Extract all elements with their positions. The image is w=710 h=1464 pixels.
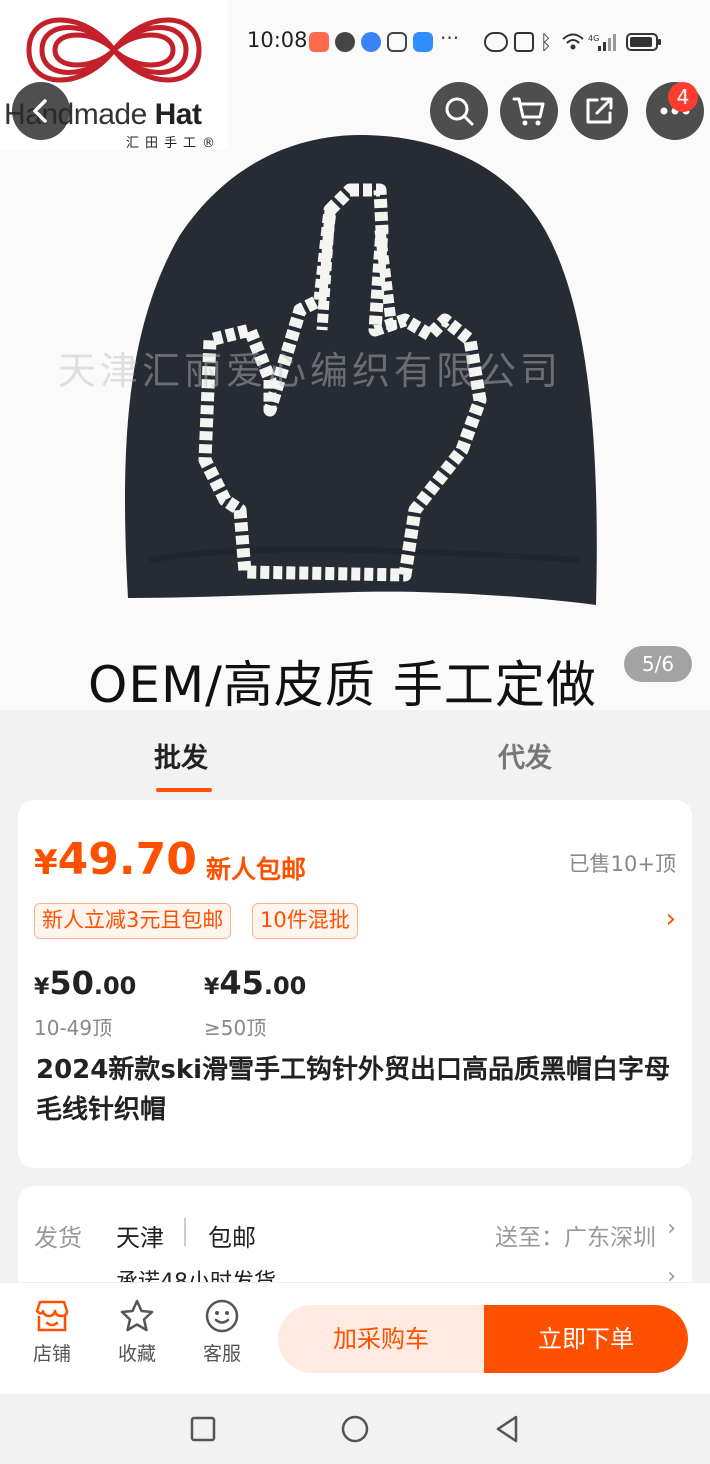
shipping-free: 包邮 (208, 1224, 256, 1252)
bluetooth-icon: ᛒ (540, 30, 552, 54)
promo-tag-newbie-discount[interactable]: 新人立减3元且包邮 (34, 903, 232, 939)
back-button[interactable] (12, 82, 70, 140)
svg-text:4G: 4G (588, 34, 599, 43)
browser-icon (361, 32, 381, 52)
price-tier-2-qty: ≥50顶 (204, 1016, 267, 1040)
message-icon (335, 32, 355, 52)
recent-apps-icon[interactable] (186, 1412, 220, 1446)
image-caption: OEM/高皮质 手工定做 (88, 656, 597, 710)
image-counter: 5/6 (624, 646, 692, 682)
status-bar: 10:08 ··· ᛒ 4G (0, 24, 710, 60)
service-button[interactable]: 客服 (192, 1299, 252, 1366)
back-nav-icon[interactable] (490, 1412, 524, 1446)
store-label: 店铺 (32, 1343, 71, 1365)
active-tab-indicator (156, 788, 212, 792)
shipping-destination[interactable]: 送至：广东深圳 (495, 1218, 656, 1252)
more-notifications-icon: ··· (440, 26, 460, 50)
add-to-cart-button[interactable]: 加采购车 (278, 1305, 484, 1373)
tab-wholesale[interactable]: 批发 (154, 736, 208, 775)
product-title: 2024新款ski滑雪手工钩针外贸出口高品质黑帽白字母毛线针织帽 (36, 1055, 671, 1125)
store-button[interactable]: 店铺 (22, 1299, 82, 1366)
promo-tag-mixed-batch[interactable]: 10件混批 (252, 903, 358, 939)
store-icon (35, 1300, 69, 1332)
tab-dropshipping[interactable]: 代发 (498, 736, 552, 775)
home-icon[interactable] (338, 1412, 372, 1446)
eye-icon (484, 32, 508, 52)
service-label: 客服 (202, 1343, 241, 1365)
price-tier-2: ¥45.00 (204, 964, 307, 1002)
app-notification-icon (309, 32, 329, 52)
price-tier-1: ¥50.00 (34, 964, 137, 1002)
search-icon (445, 97, 474, 126)
chevron-left-icon (33, 99, 47, 123)
share-button[interactable] (570, 82, 628, 140)
shipping-divider (184, 1218, 186, 1246)
sold-count: 已售10+顶 (568, 852, 676, 876)
system-nav-bar (0, 1394, 710, 1464)
message-count-badge: 4 (668, 82, 698, 112)
newbie-free-shipping: 新人包邮 (206, 855, 307, 884)
signal-icon: 4G (588, 32, 616, 52)
shipping-origin: 天津 (116, 1224, 164, 1252)
bottom-action-bar: 店铺 收藏 客服 加采购车 立即下单 (0, 1282, 710, 1394)
current-price: ¥49.70 (34, 834, 197, 885)
image-watermark: 天津汇丽爱心编织有限公司 (58, 349, 563, 393)
favorite-label: 收藏 (117, 1343, 156, 1365)
nfc-icon (514, 32, 534, 52)
customer-service-icon (205, 1299, 239, 1333)
cart-button[interactable] (500, 82, 558, 140)
status-time: 10:08 (247, 28, 308, 52)
purchase-mode-tabs: 批发 代发 (0, 710, 710, 800)
star-icon (120, 1299, 154, 1332)
cloud-icon (413, 32, 433, 52)
favorite-button[interactable]: 收藏 (107, 1299, 167, 1366)
search-button[interactable] (430, 82, 488, 140)
cart-icon (512, 97, 545, 126)
price-card: ¥49.70 新人包邮 已售10+顶 新人立减3元且包邮 10件混批 › ¥50… (18, 800, 692, 1168)
wifi-icon (562, 32, 584, 52)
share-icon (586, 97, 613, 124)
destination-chevron-right-icon[interactable]: › (667, 1216, 676, 1241)
promo-chevron-right-icon[interactable]: › (666, 904, 676, 934)
price-tier-1-qty: 10-49顶 (34, 1016, 113, 1040)
battery-icon (626, 32, 662, 52)
buy-now-button[interactable]: 立即下单 (484, 1305, 688, 1373)
logo-subtitle: 汇田手工® (126, 136, 222, 151)
shipping-label: 发货 (34, 1224, 82, 1252)
gesture-icon (387, 32, 407, 52)
